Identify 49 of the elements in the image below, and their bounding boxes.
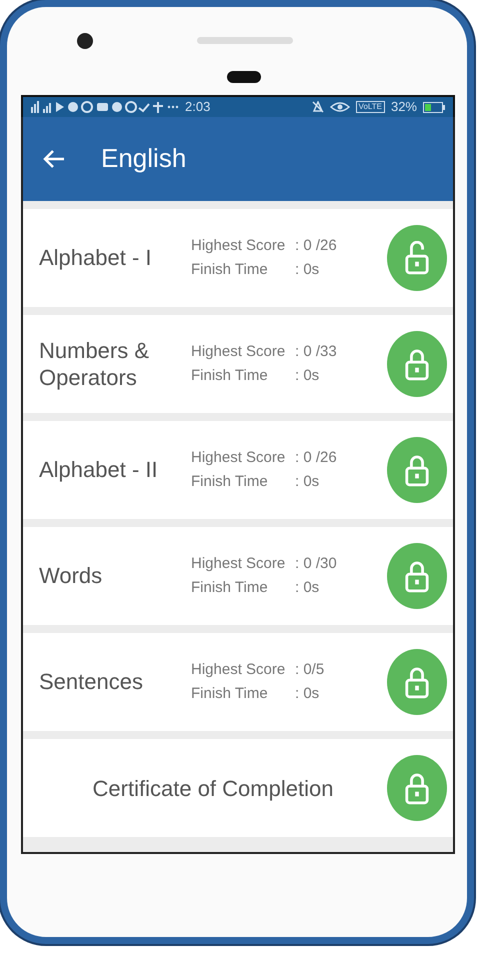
time-value: : 0s [295, 367, 320, 384]
time-value: : 0s [295, 261, 320, 278]
time-label: Finish Time [191, 260, 269, 280]
level-title: Alphabet - I [39, 244, 153, 272]
unlocked-padlock-icon [404, 241, 430, 275]
level-title: Sentences [39, 668, 144, 696]
time-label: Finish Time [191, 472, 269, 492]
sensor-icon [227, 71, 261, 83]
screen-title: English [101, 143, 186, 175]
padlock-icon [404, 559, 430, 593]
back-arrow-icon [43, 148, 65, 169]
padlock-icon [404, 453, 430, 487]
score-value: : 0 /26 [295, 237, 337, 254]
list-row[interactable]: Alphabet - II Highest Score : 0 /26 Finish Time : 0s [23, 421, 453, 519]
level-title: Numbers & Operators [39, 336, 150, 392]
score-label: Highest Score [191, 236, 286, 256]
list-row[interactable]: Certificate of Completion [23, 739, 453, 837]
padlock-icon [404, 347, 430, 381]
list-row[interactable]: Alphabet - I Highest Score : 0 /26 Finish Time : 0s [23, 209, 453, 307]
time-value: : 0s [295, 685, 320, 702]
score-value: : 0 /30 [295, 555, 337, 572]
certificate-title: Certificate of Completion [92, 774, 334, 803]
time-value: : 0s [295, 579, 320, 596]
padlock-icon [404, 665, 430, 699]
eye-icon [330, 101, 350, 113]
battery-icon [423, 102, 445, 112]
list-row[interactable]: Words Highest Score : 0 /30 Finish Time : 0s [23, 527, 453, 625]
time-label: Finish Time [191, 684, 269, 704]
level-title: Alphabet - II [39, 456, 159, 484]
padlock-icon [404, 771, 430, 805]
alarm-off-icon [312, 101, 324, 113]
list-row[interactable]: Numbers & Operators Highest Score : 0 /33 Finish Time : 0s [23, 315, 453, 413]
score-value: : 0 /33 [295, 343, 337, 360]
time-label: Finish Time [191, 578, 269, 598]
level-title: Words [39, 562, 104, 590]
score-value: : 0 /26 [295, 449, 337, 466]
score-label: Highest Score [191, 342, 286, 362]
score-label: Highest Score [191, 554, 286, 574]
score-label: Highest Score [191, 448, 286, 468]
score-label: Highest Score [191, 660, 286, 680]
time-value: : 0s [295, 473, 320, 490]
clock-text: 2:03 [185, 98, 210, 116]
battery-text: 32% [390, 98, 417, 116]
speaker-icon [197, 37, 293, 44]
score-value: : 0/5 [295, 661, 324, 678]
camera-icon [77, 33, 93, 49]
time-label: Finish Time [191, 366, 269, 386]
list-row[interactable]: Sentences Highest Score : 0/5 Finish Time : 0s [23, 633, 453, 731]
volte-badge: VoLTE [356, 101, 385, 113]
